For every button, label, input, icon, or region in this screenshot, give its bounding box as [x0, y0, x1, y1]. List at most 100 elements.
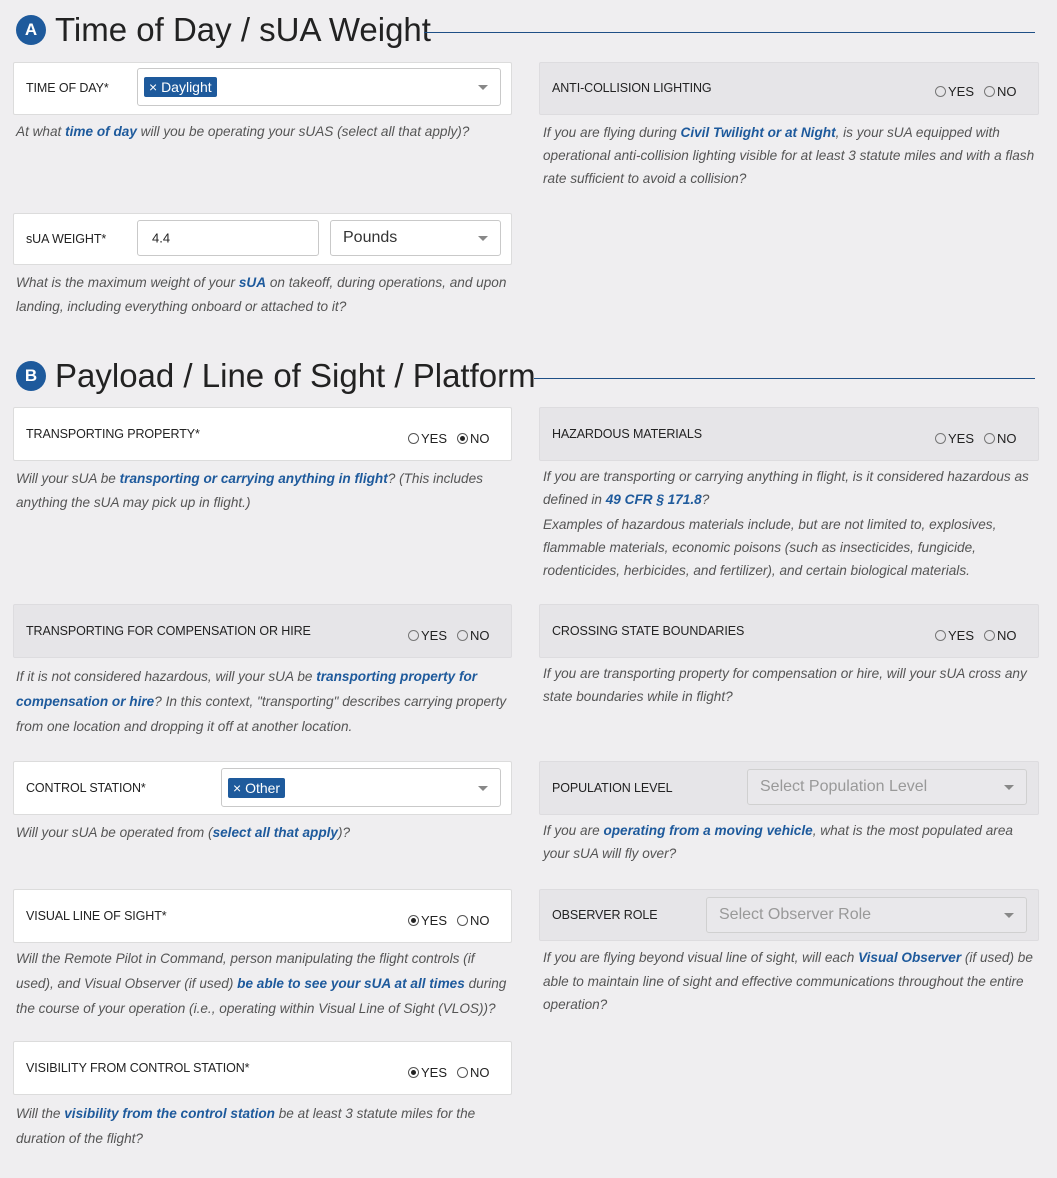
transporting-property-no[interactable]: NO [457, 431, 490, 446]
select-all-link[interactable]: select all that apply [213, 825, 338, 840]
anti-collision-card: ANTI-COLLISION LIGHTING YES NO [539, 62, 1039, 115]
transporting-property-yes[interactable]: YES [408, 431, 447, 446]
chevron-down-icon[interactable] [478, 236, 488, 241]
weight-label: sUA WEIGHT* [26, 232, 107, 246]
visibility-no[interactable]: NO [457, 1065, 490, 1080]
radio-icon[interactable] [984, 433, 996, 444]
moving-vehicle-link[interactable]: operating from a moving vehicle [603, 823, 812, 838]
time-of-day-help: At what time of day will you be operatin… [16, 124, 470, 139]
chevron-down-icon[interactable] [478, 785, 488, 791]
hazardous-yes[interactable]: YES [935, 431, 974, 446]
population-help: If you are operating from a moving vehic… [543, 823, 1013, 861]
section-b-divider [534, 378, 1035, 379]
radio-icon[interactable] [984, 630, 996, 641]
vlos-radio-group: YES NO [408, 913, 490, 928]
control-station-select[interactable]: × Other [221, 768, 501, 807]
visibility-radio-group: YES NO [408, 1065, 490, 1080]
anti-collision-label: ANTI-COLLISION LIGHTING [552, 81, 712, 95]
state-boundaries-card: CROSSING STATE BOUNDARIES YES NO [539, 604, 1039, 658]
visibility-card: VISIBILITY FROM CONTROL STATION* YES NO [13, 1041, 512, 1095]
state-boundaries-yes[interactable]: YES [935, 628, 974, 643]
state-boundaries-no[interactable]: NO [984, 628, 1017, 643]
chevron-down-icon[interactable] [1004, 785, 1014, 790]
observer-label: OBSERVER ROLE [552, 908, 658, 922]
radio-icon[interactable] [408, 630, 419, 641]
observer-card: OBSERVER ROLE Select Observer Role [539, 889, 1039, 941]
transporting-property-label: TRANSPORTING PROPERTY* [26, 427, 200, 441]
visibility-yes[interactable]: YES [408, 1065, 447, 1080]
radio-icon[interactable] [457, 630, 469, 641]
radio-selected-icon[interactable] [457, 433, 469, 444]
time-of-day-link[interactable]: time of day [65, 124, 137, 139]
chevron-down-icon[interactable] [478, 85, 488, 90]
weight-unit-select[interactable]: Pounds [330, 220, 501, 256]
radio-icon[interactable] [408, 433, 419, 444]
daylight-tag[interactable]: × Daylight [144, 77, 217, 97]
see-sua-link[interactable]: be able to see your sUA at all times [237, 976, 465, 991]
radio-icon[interactable] [457, 915, 469, 926]
vlos-card: VISUAL LINE OF SIGHT* YES NO [13, 889, 512, 943]
compensation-no[interactable]: NO [457, 628, 490, 643]
visibility-help: Will the visibility from the control sta… [16, 1106, 476, 1146]
hazardous-no[interactable]: NO [984, 431, 1017, 446]
compensation-yes[interactable]: YES [408, 628, 447, 643]
time-of-day-card: TIME OF DAY* × Daylight [13, 62, 512, 115]
weight-help: What is the maximum weight of your sUA o… [16, 275, 507, 314]
civil-twilight-link[interactable]: Civil Twilight or at Night [681, 125, 836, 140]
control-station-label: CONTROL STATION* [26, 781, 146, 795]
vlos-no[interactable]: NO [457, 913, 490, 928]
anti-collision-help: If you are flying during Civil Twilight … [543, 125, 1035, 186]
vlos-help: Will the Remote Pilot in Command, person… [16, 951, 507, 1016]
radio-icon[interactable] [984, 86, 996, 97]
state-boundaries-help: If you are transporting property for com… [543, 666, 1027, 704]
section-a-badge: A [16, 15, 46, 45]
state-boundaries-radio-group: YES NO [935, 628, 1017, 643]
cfr-link[interactable]: 49 CFR § 171.8 [606, 492, 702, 507]
chevron-down-icon[interactable] [1004, 913, 1014, 918]
visual-observer-link[interactable]: Visual Observer [858, 950, 961, 965]
control-station-help: Will your sUA be operated from (select a… [16, 825, 351, 840]
radio-icon[interactable] [457, 1067, 469, 1078]
time-of-day-select[interactable]: × Daylight [137, 68, 501, 106]
section-b-header: B Payload / Line of Sight / Platform [16, 356, 536, 396]
anti-collision-radio-group: YES NO [935, 84, 1017, 99]
population-label: POPULATION LEVEL [552, 781, 673, 795]
observer-help: If you are flying beyond visual line of … [543, 950, 1033, 1012]
anti-collision-yes[interactable]: YES [935, 84, 974, 99]
section-b-title: Payload / Line of Sight / Platform [55, 357, 536, 394]
compensation-label: TRANSPORTING FOR COMPENSATION OR HIRE [26, 624, 311, 638]
section-a-divider [424, 32, 1035, 33]
section-b-badge: B [16, 361, 46, 391]
radio-selected-icon[interactable] [408, 915, 419, 926]
hazardous-card: HAZARDOUS MATERIALS YES NO [539, 407, 1039, 461]
weight-input[interactable]: 4.4 [137, 220, 319, 256]
weight-card: sUA WEIGHT* 4.4 Pounds [13, 213, 512, 265]
population-select[interactable]: Select Population Level [747, 769, 1027, 805]
hazardous-radio-group: YES NO [935, 431, 1017, 446]
hazardous-examples: Examples of hazardous materials include,… [543, 517, 997, 578]
radio-icon[interactable] [935, 433, 946, 444]
hazardous-help: If you are transporting or carrying anyt… [543, 465, 1037, 582]
transporting-link[interactable]: transporting or carrying anything in fli… [120, 471, 388, 486]
other-tag[interactable]: × Other [228, 777, 286, 798]
visibility-link[interactable]: visibility from the control station [64, 1106, 275, 1121]
section-a-header: A Time of Day / sUA Weight [16, 10, 431, 50]
transporting-property-radio-group: YES NO [408, 431, 490, 446]
compensation-help: If it is not considered hazardous, will … [16, 669, 507, 734]
vlos-label: VISUAL LINE OF SIGHT* [26, 909, 167, 923]
sua-link[interactable]: sUA [239, 275, 266, 290]
radio-icon[interactable] [935, 86, 946, 97]
hazardous-label: HAZARDOUS MATERIALS [552, 427, 702, 441]
observer-select[interactable]: Select Observer Role [706, 897, 1027, 933]
population-card: POPULATION LEVEL Select Population Level [539, 761, 1039, 815]
control-station-card: CONTROL STATION* × Other [13, 761, 512, 815]
visibility-label: VISIBILITY FROM CONTROL STATION* [26, 1061, 250, 1075]
state-boundaries-label: CROSSING STATE BOUNDARIES [552, 624, 745, 638]
section-a-title: Time of Day / sUA Weight [55, 11, 431, 48]
time-of-day-label: TIME OF DAY* [26, 81, 109, 95]
radio-icon[interactable] [935, 630, 946, 641]
anti-collision-no[interactable]: NO [984, 84, 1017, 99]
radio-selected-icon[interactable] [408, 1067, 419, 1078]
compensation-card: TRANSPORTING FOR COMPENSATION OR HIRE YE… [13, 604, 512, 658]
vlos-yes[interactable]: YES [408, 913, 447, 928]
